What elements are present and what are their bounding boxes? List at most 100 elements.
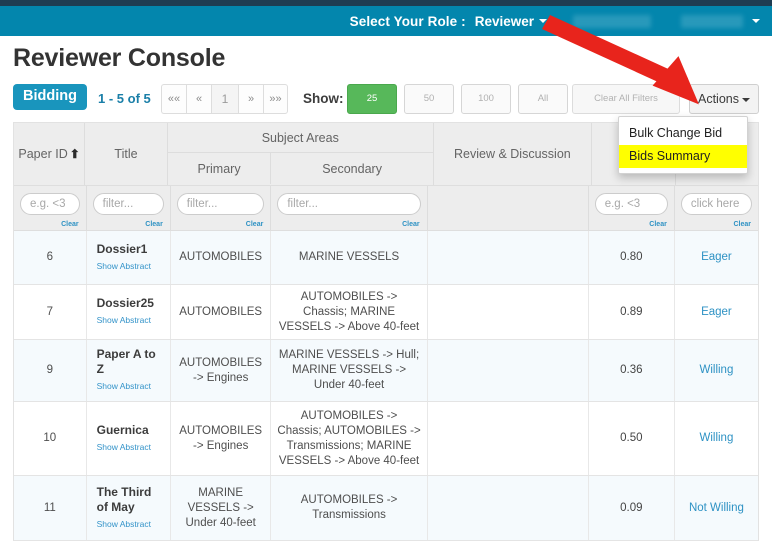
column-header-subject-areas-label: Subject Areas: [168, 123, 433, 153]
select-your-role-label: Select Your Role :: [350, 14, 466, 29]
show-50-button[interactable]: 50: [404, 84, 454, 114]
paper-title[interactable]: Dossier25: [97, 296, 154, 311]
cell-score: 0.50: [589, 402, 675, 475]
clear-filter-score[interactable]: Clear: [649, 221, 667, 228]
show-100-button[interactable]: 100: [461, 84, 511, 114]
bid-value-link[interactable]: Willing: [699, 431, 733, 446]
table-row[interactable]: 11 The Third of May Show Abstract MARINE…: [14, 476, 758, 541]
cell-title: Guernica Show Abstract: [87, 402, 171, 475]
filter-cell-primary: filter... Clear: [171, 186, 272, 230]
user-name-redacted[interactable]: [573, 15, 651, 28]
filter-input-score[interactable]: e.g. <3: [595, 193, 668, 215]
paper-title[interactable]: The Third of May: [97, 485, 164, 515]
filter-input-bid[interactable]: click here: [681, 193, 752, 215]
cell-review-discussion: [428, 231, 589, 284]
paper-title[interactable]: Paper A to Z: [97, 347, 164, 377]
pager-prev-button[interactable]: «: [186, 84, 211, 114]
show-abstract-link[interactable]: Show Abstract: [97, 517, 151, 532]
cell-bid[interactable]: Willing: [675, 340, 758, 401]
pagination[interactable]: «« « 1 » »»: [161, 84, 288, 114]
cell-review-discussion: [428, 285, 589, 339]
account-menu-redacted[interactable]: [681, 15, 743, 28]
column-header-review-discussion[interactable]: Review & Discussion: [434, 123, 592, 185]
show-25-button[interactable]: 25: [347, 84, 397, 114]
cell-score: 0.89: [589, 285, 675, 339]
cell-bid[interactable]: Not Willing: [675, 476, 758, 540]
reviewer-console-page: Select Your Role : Reviewer Reviewer Con…: [0, 0, 772, 547]
filter-input-secondary[interactable]: filter...: [277, 193, 420, 215]
filter-input-primary[interactable]: filter...: [177, 193, 265, 215]
clear-filter-paper-id[interactable]: Clear: [61, 221, 79, 228]
menu-item-bids-summary[interactable]: Bids Summary: [619, 145, 747, 168]
cell-paper-id: 11: [14, 476, 87, 540]
cell-secondary: MARINE VESSELS -> Hull; MARINE VESSELS -…: [271, 340, 427, 401]
cell-score: 0.36: [589, 340, 675, 401]
filter-cell-secondary: filter... Clear: [271, 186, 427, 230]
filter-cell-paper-id: e.g. <3 Clear: [14, 186, 87, 230]
menu-item-bulk-change-bid[interactable]: Bulk Change Bid: [619, 122, 747, 145]
pager-page-1-button[interactable]: 1: [211, 84, 238, 114]
page-title: Reviewer Console: [13, 44, 225, 73]
filter-input-title[interactable]: filter...: [93, 193, 164, 215]
cell-primary: AUTOMOBILES -> Engines: [171, 340, 272, 401]
bidding-tab-badge[interactable]: Bidding: [13, 84, 87, 110]
show-all-button[interactable]: All: [518, 84, 568, 114]
table-row[interactable]: 6 Dossier1 Show Abstract AUTOMOBILES MAR…: [14, 231, 758, 285]
table-row[interactable]: 10 Guernica Show Abstract AUTOMOBILES ->…: [14, 402, 758, 476]
top-navbar: Select Your Role : Reviewer: [0, 6, 772, 36]
cell-score: 0.09: [589, 476, 675, 540]
pager-next-button[interactable]: »: [238, 84, 263, 114]
cell-title: Paper A to Z Show Abstract: [87, 340, 171, 401]
cell-primary: MARINE VESSELS -> Under 40-feet: [171, 476, 272, 540]
column-header-paper-id[interactable]: Paper ID⬆: [14, 123, 85, 185]
show-label: Show:: [303, 91, 344, 106]
show-abstract-link[interactable]: Show Abstract: [97, 440, 151, 455]
bid-value-link[interactable]: Eager: [701, 305, 732, 320]
actions-dropdown-menu[interactable]: Bulk Change Bid Bids Summary: [618, 116, 748, 174]
account-chevron-down-icon[interactable]: [752, 19, 760, 23]
column-header-title[interactable]: Title: [85, 123, 168, 185]
cell-bid[interactable]: Eager: [675, 285, 758, 339]
bid-value-link[interactable]: Eager: [701, 250, 732, 265]
show-page-size-group[interactable]: 25 50 100 All: [347, 84, 568, 114]
clear-filter-secondary[interactable]: Clear: [402, 221, 420, 228]
role-dropdown-value[interactable]: Reviewer: [475, 14, 534, 29]
cell-secondary: AUTOMOBILES -> Chassis; MARINE VESSELS -…: [271, 285, 427, 339]
cell-secondary: MARINE VESSELS: [271, 231, 427, 284]
paper-title[interactable]: Guernica: [97, 423, 149, 438]
pager-first-button[interactable]: ««: [161, 84, 186, 114]
clear-all-filters-button[interactable]: Clear All Filters: [572, 84, 680, 114]
cell-bid[interactable]: Willing: [675, 402, 758, 475]
cell-paper-id: 10: [14, 402, 87, 475]
chevron-down-icon[interactable]: [539, 19, 547, 23]
show-abstract-link[interactable]: Show Abstract: [97, 259, 151, 274]
clear-filter-bid[interactable]: Clear: [733, 221, 751, 228]
cell-title: Dossier25 Show Abstract: [87, 285, 171, 339]
column-header-primary[interactable]: Primary: [168, 153, 272, 184]
table-row[interactable]: 7 Dossier25 Show Abstract AUTOMOBILES AU…: [14, 285, 758, 340]
clear-filter-primary[interactable]: Clear: [246, 221, 264, 228]
bid-value-link[interactable]: Not Willing: [689, 501, 744, 516]
column-header-subject-areas: Subject Areas Primary Secondary: [168, 123, 434, 185]
clear-filter-title[interactable]: Clear: [145, 221, 163, 228]
pager-last-button[interactable]: »»: [263, 84, 288, 114]
cell-primary: AUTOMOBILES: [171, 285, 272, 339]
cell-primary: AUTOMOBILES -> Engines: [171, 402, 272, 475]
column-header-paper-id-label: Paper ID: [18, 147, 67, 161]
cell-secondary: AUTOMOBILES -> Transmissions: [271, 476, 427, 540]
show-abstract-link[interactable]: Show Abstract: [97, 313, 151, 328]
cell-bid[interactable]: Eager: [675, 231, 758, 284]
record-count-label: 1 - 5 of 5: [98, 91, 151, 106]
filter-input-paper-id[interactable]: e.g. <3: [20, 193, 80, 215]
table-row[interactable]: 9 Paper A to Z Show Abstract AUTOMOBILES…: [14, 340, 758, 402]
actions-button[interactable]: Actions: [689, 84, 759, 114]
cell-review-discussion: [428, 340, 589, 401]
show-abstract-link[interactable]: Show Abstract: [97, 379, 151, 394]
cell-paper-id: 9: [14, 340, 87, 401]
papers-table: Paper ID⬆ Title Subject Areas Primary Se…: [13, 122, 759, 541]
cell-paper-id: 7: [14, 285, 87, 339]
column-header-secondary[interactable]: Secondary: [271, 153, 432, 184]
cell-title: The Third of May Show Abstract: [87, 476, 171, 540]
paper-title[interactable]: Dossier1: [97, 242, 148, 257]
bid-value-link[interactable]: Willing: [699, 363, 733, 378]
